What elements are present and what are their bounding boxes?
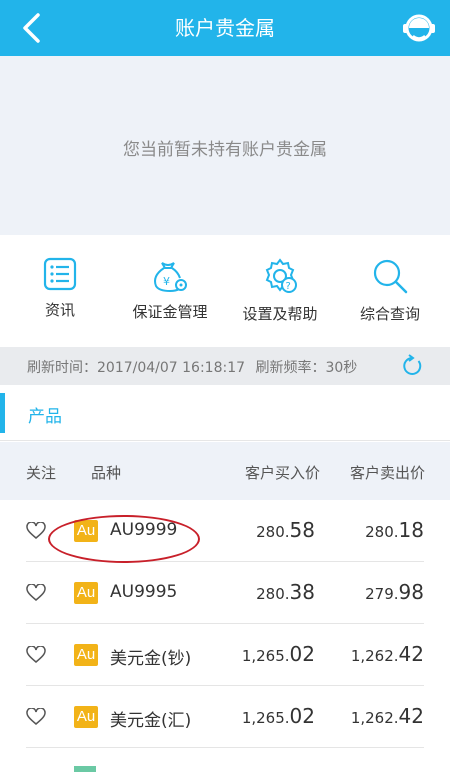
top-bar: 账户贵金属 bbox=[0, 0, 450, 56]
page-title: 账户贵金属 bbox=[175, 16, 275, 40]
table-row[interactable]: Au 美元金(钞) 1,265.02 1,262.42 bbox=[26, 624, 424, 686]
gold-badge-icon: Au bbox=[74, 644, 98, 666]
shortcut-label: 设置及帮助 bbox=[242, 305, 318, 323]
section-accent bbox=[0, 393, 5, 433]
shortcut-label: 保证金管理 bbox=[132, 303, 208, 321]
product-name: 美元金(钞) bbox=[110, 649, 192, 669]
col-sell: 客户卖出价 bbox=[350, 464, 426, 482]
sell-price[interactable]: 1,262.42 bbox=[351, 704, 424, 728]
highlight-ellipse bbox=[48, 515, 200, 563]
heart-icon[interactable] bbox=[26, 522, 46, 540]
product-name: 美元金(汇) bbox=[110, 711, 192, 731]
shortcut-settings-help[interactable]: ? 设置及帮助 bbox=[224, 257, 336, 337]
shortcut-label: 综合查询 bbox=[359, 305, 420, 323]
news-list-icon bbox=[43, 257, 77, 291]
refresh-rate: 刷新频率：30秒 bbox=[255, 360, 358, 376]
money-bag-gear-icon: ¥ bbox=[154, 262, 187, 293]
shortcut-grid: 资讯 ¥ 保证金管理 ? 设置及帮助 综合查询 bbox=[0, 235, 450, 347]
table-row[interactable]: Au AU9995 280.38 279.98 bbox=[26, 562, 424, 624]
heart-icon[interactable] bbox=[26, 646, 46, 664]
gold-badge-icon: Au bbox=[74, 582, 98, 604]
refresh-info: 刷新时间：2017/04/07 16:18:17 刷新频率：30秒 bbox=[27, 357, 363, 377]
sell-price[interactable]: 280.18 bbox=[365, 518, 424, 542]
svg-text:¥: ¥ bbox=[163, 275, 170, 288]
buy-price[interactable]: 1,265.02 bbox=[242, 642, 315, 666]
shortcut-label: 资讯 bbox=[44, 301, 75, 319]
buy-price[interactable]: 1,265.02 bbox=[242, 704, 315, 728]
refresh-bar: 刷新时间：2017/04/07 16:18:17 刷新频率：30秒 bbox=[0, 347, 450, 385]
holdings-empty-panel: 您当前暂未持有账户贵金属 bbox=[0, 56, 450, 235]
col-buy: 客户买入价 bbox=[245, 464, 321, 482]
customer-service-icon[interactable] bbox=[400, 9, 438, 47]
refresh-icon[interactable] bbox=[400, 354, 424, 378]
shortcut-news[interactable]: 资讯 bbox=[4, 257, 116, 337]
table-header: 关注 品种 客户买入价 客户卖出价 bbox=[0, 442, 450, 500]
buy-price[interactable]: 280.38 bbox=[256, 580, 315, 604]
section-title: 产品 bbox=[28, 407, 62, 427]
svg-text:?: ? bbox=[286, 281, 291, 292]
empty-message: 您当前暂未持有账户贵金属 bbox=[123, 140, 327, 160]
shortcut-query[interactable]: 综合查询 bbox=[334, 257, 446, 337]
heart-icon[interactable] bbox=[26, 584, 46, 602]
next-row-badge-peek bbox=[74, 766, 96, 772]
buy-price[interactable]: 280.58 bbox=[256, 518, 315, 542]
heart-icon[interactable] bbox=[26, 708, 46, 726]
sell-price[interactable]: 1,262.42 bbox=[351, 642, 424, 666]
search-icon bbox=[373, 259, 408, 294]
products-section-header: 产品 bbox=[0, 385, 450, 441]
col-follow: 关注 bbox=[26, 464, 57, 482]
product-name: AU9995 bbox=[110, 582, 178, 602]
col-variety: 品种 bbox=[91, 464, 122, 482]
gold-badge-icon: Au bbox=[74, 706, 98, 728]
sell-price[interactable]: 279.98 bbox=[365, 580, 424, 604]
gear-question-icon: ? bbox=[265, 258, 297, 293]
table-row[interactable]: Au 美元金(汇) 1,265.02 1,262.42 bbox=[26, 686, 424, 748]
shortcut-margin[interactable]: ¥ 保证金管理 bbox=[114, 257, 226, 337]
refresh-time: 刷新时间：2017/04/07 16:18:17 bbox=[27, 360, 246, 376]
